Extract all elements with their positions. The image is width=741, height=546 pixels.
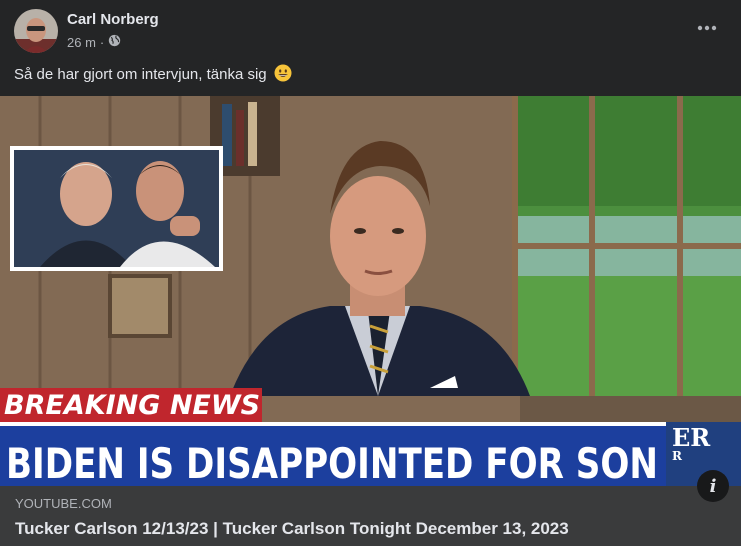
info-icon[interactable]: i [697, 470, 729, 502]
link-domain: YOUTUBE.COM [15, 496, 112, 511]
grinning-face-emoji-icon [274, 64, 292, 86]
more-options-icon[interactable] [695, 18, 719, 38]
banner-headline: BIDEN IS DISAPPOINTED FOR SON [6, 439, 658, 486]
banner-corner-text: ER [672, 423, 711, 452]
banner-breaking-news: BREAKING NEWS [4, 390, 260, 421]
author-name[interactable]: Carl Norberg [67, 11, 159, 28]
video-thumbnail[interactable]: BREAKING NEWS BIDEN IS DISAPPOINTED FOR … [0, 96, 741, 486]
banner-corner-sub: R [672, 449, 683, 463]
post-meta: 26 m · [67, 34, 121, 50]
link-title[interactable]: Tucker Carlson 12/13/23 | Tucker Carlson… [15, 519, 569, 539]
info-label: i [709, 475, 717, 497]
globe-icon[interactable] [108, 34, 121, 50]
post-header: Carl Norberg 26 m · [0, 0, 741, 60]
post-time[interactable]: 26 m [67, 35, 96, 50]
link-preview[interactable]: YOUTUBE.COM Tucker Carlson 12/13/23 | Tu… [0, 486, 741, 546]
avatar[interactable] [14, 9, 58, 53]
post-text: Så de har gjort om intervjun, tänka sig [14, 64, 292, 86]
post-text-body: Så de har gjort om intervjun, tänka sig [14, 65, 267, 83]
meta-separator: · [99, 34, 105, 50]
